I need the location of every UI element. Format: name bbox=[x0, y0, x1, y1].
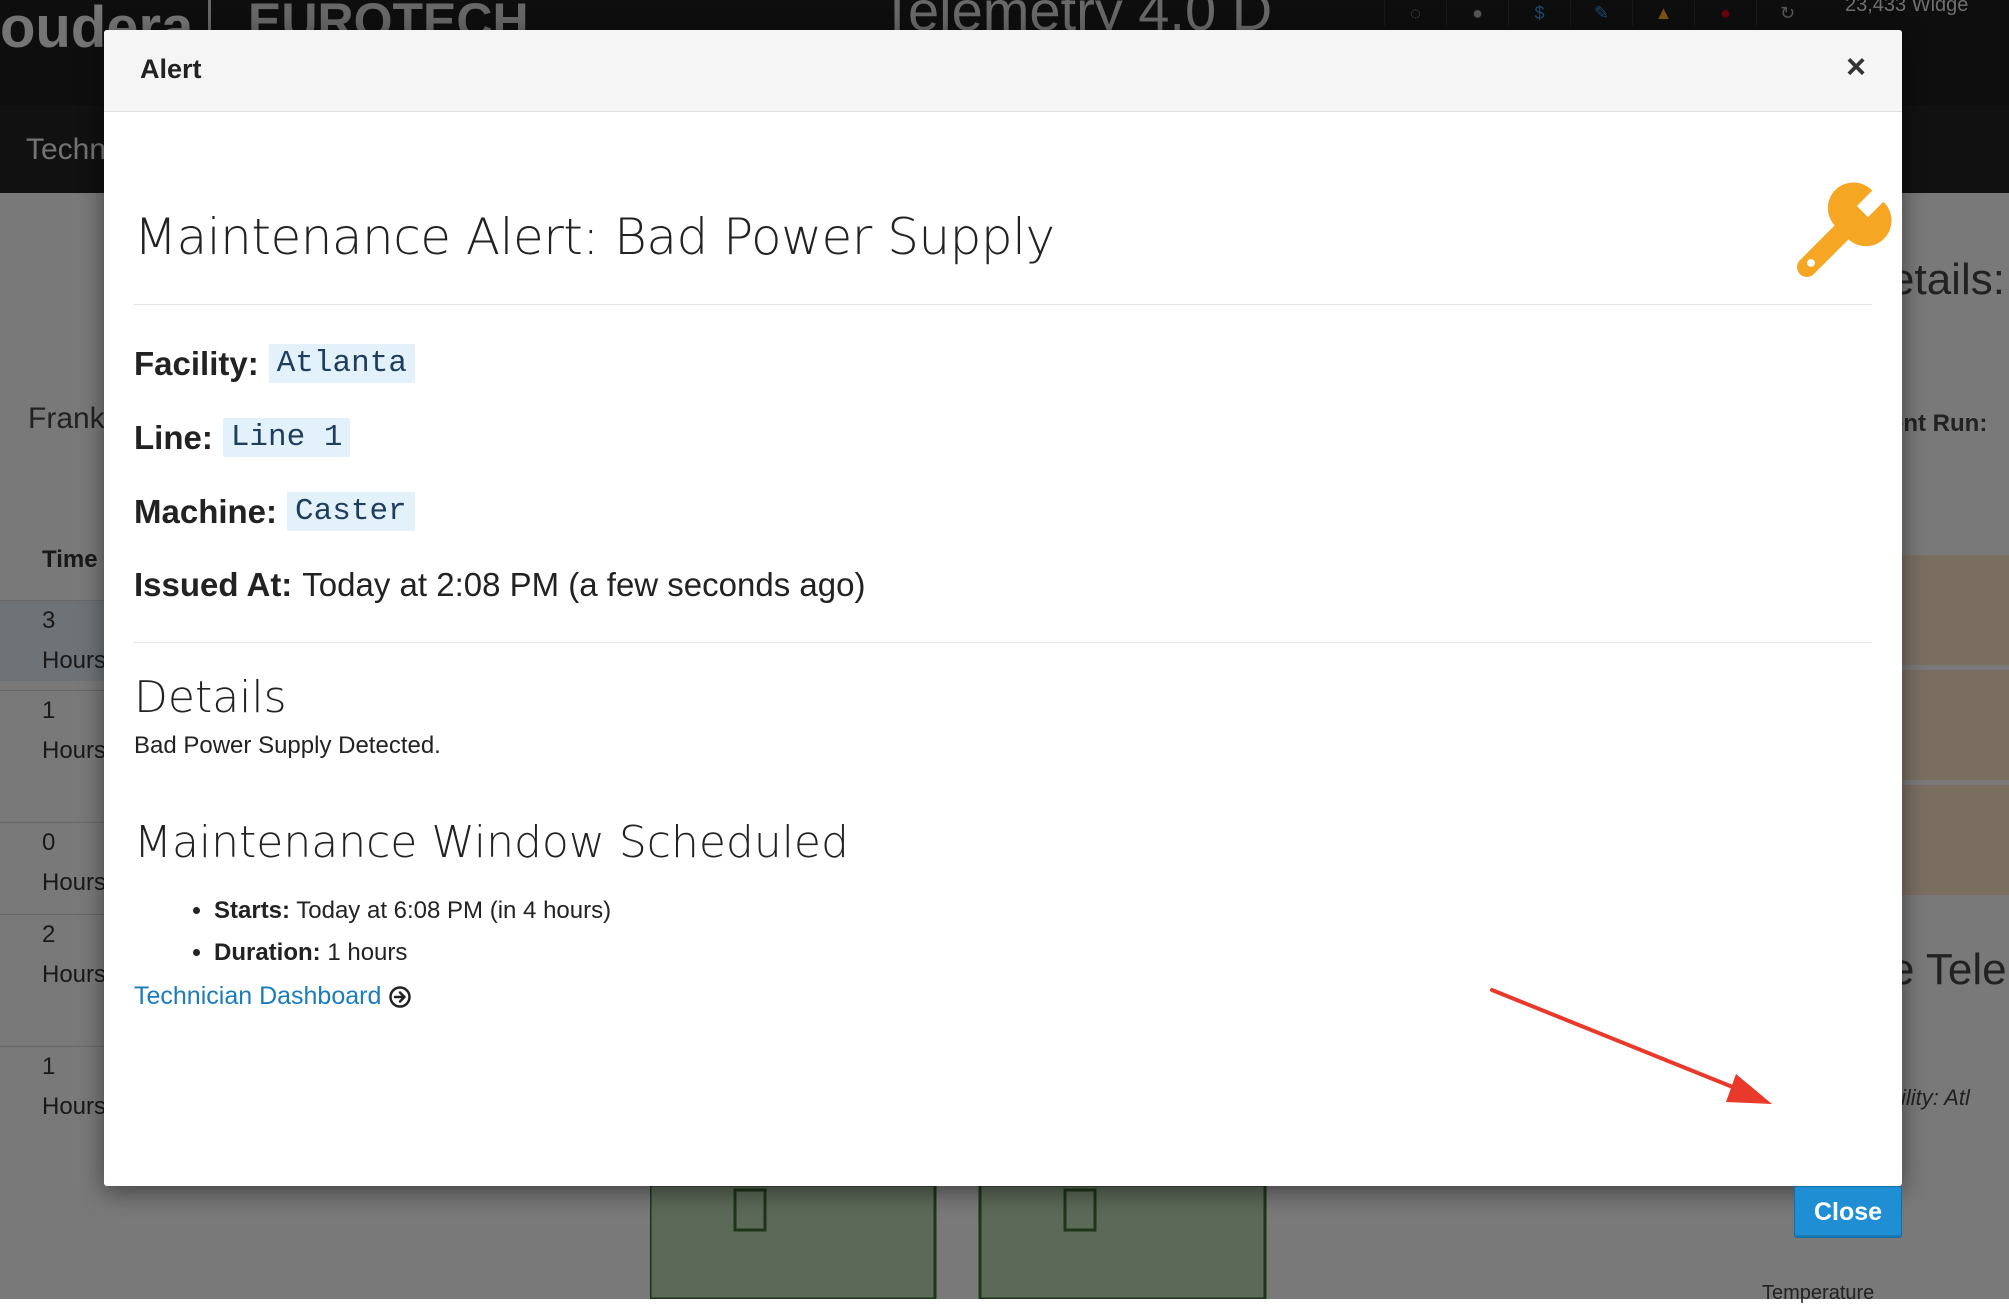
modal-header: Alert × bbox=[104, 30, 1902, 112]
wrench-icon bbox=[1797, 182, 1892, 277]
details-text: Bad Power Supply Detected. bbox=[134, 732, 441, 759]
machine-field: Machine: Caster bbox=[134, 492, 415, 531]
facility-field: Facility: Atlanta bbox=[134, 344, 415, 383]
issued-field: Issued At: Today at 2:08 PM (a few secon… bbox=[134, 566, 865, 604]
close-icon[interactable]: × bbox=[1846, 50, 1866, 84]
arrow-circle-right-icon bbox=[389, 985, 412, 1008]
machine-label: Machine: bbox=[134, 492, 278, 530]
line-label: Line: bbox=[134, 418, 213, 456]
divider bbox=[134, 304, 1872, 305]
divider bbox=[134, 642, 1872, 643]
alert-heading: Maintenance Alert: Bad Power Supply bbox=[134, 208, 1055, 266]
machine-value: Caster bbox=[287, 492, 415, 531]
facility-label: Facility: bbox=[134, 344, 259, 382]
technician-dashboard-link[interactable]: Technician Dashboard bbox=[134, 982, 412, 1011]
line-value: Line 1 bbox=[222, 418, 351, 457]
close-button[interactable]: Close bbox=[1794, 1186, 1902, 1238]
issued-value: Today at 2:08 PM (a few seconds ago) bbox=[302, 566, 866, 603]
list-item-duration: Duration: 1 hours bbox=[214, 932, 611, 974]
details-heading: Details bbox=[134, 672, 287, 723]
list-item-starts: Starts: Today at 6:08 PM (in 4 hours) bbox=[214, 890, 611, 932]
line-field: Line: Line 1 bbox=[134, 418, 351, 457]
technician-dashboard-label: Technician Dashboard bbox=[134, 982, 382, 1010]
maintenance-window-heading: Maintenance Window Scheduled bbox=[134, 817, 849, 868]
modal-title: Alert bbox=[140, 54, 202, 84]
alert-modal: Alert × Maintenance Alert: Bad Power Sup… bbox=[104, 30, 1902, 1238]
facility-value: Atlanta bbox=[268, 344, 415, 383]
issued-label: Issued At: bbox=[134, 566, 293, 603]
maintenance-window-list: Starts: Today at 6:08 PM (in 4 hours) Du… bbox=[174, 890, 611, 974]
